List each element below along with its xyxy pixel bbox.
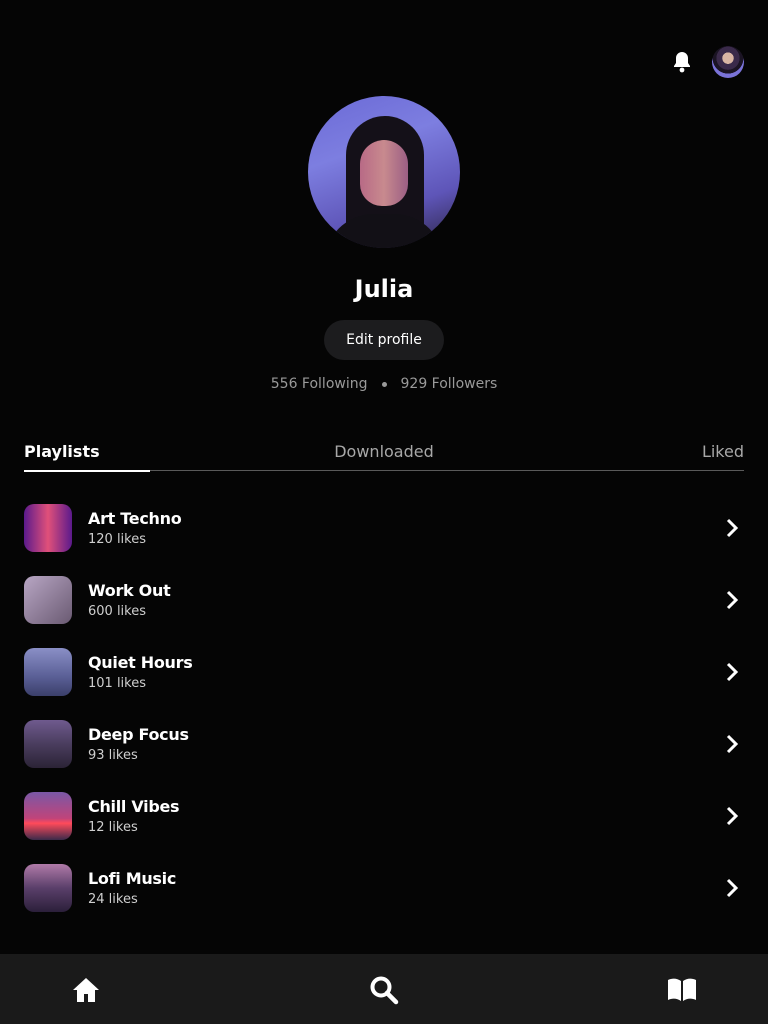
playlist-title: Chill Vibes bbox=[88, 797, 180, 816]
tab-liked[interactable]: Liked bbox=[702, 442, 744, 461]
chevron-right-icon bbox=[726, 878, 739, 898]
playlist-cover bbox=[24, 504, 72, 552]
following-count[interactable]: 556 Following bbox=[271, 376, 368, 392]
list-item[interactable]: Work Out 600 likes bbox=[24, 564, 744, 636]
playlist-cover bbox=[24, 864, 72, 912]
playlist-likes: 600 likes bbox=[88, 604, 147, 619]
chevron-right-icon bbox=[726, 590, 739, 610]
playlist-cover bbox=[24, 720, 72, 768]
playlist-likes: 24 likes bbox=[88, 892, 138, 907]
playlist-likes: 101 likes bbox=[88, 676, 147, 691]
playlist-likes: 120 likes bbox=[88, 532, 147, 547]
profile-photo bbox=[308, 96, 460, 248]
chevron-right-icon bbox=[726, 734, 739, 754]
home-icon[interactable] bbox=[70, 974, 102, 1006]
playlist-likes: 12 likes bbox=[88, 820, 138, 835]
chevron-right-icon bbox=[726, 806, 739, 826]
playlist-title: Deep Focus bbox=[88, 725, 189, 744]
avatar[interactable] bbox=[712, 46, 744, 78]
playlist-title: Lofi Music bbox=[88, 869, 177, 888]
book-icon[interactable] bbox=[666, 974, 698, 1006]
playlist-title: Art Techno bbox=[88, 509, 182, 528]
playlist-title: Work Out bbox=[88, 581, 171, 600]
followers-count[interactable]: 929 Followers bbox=[401, 376, 498, 392]
list-item[interactable]: Quiet Hours 101 likes bbox=[24, 636, 744, 708]
active-tab-indicator bbox=[24, 470, 150, 472]
follow-stats: 556 Following 929 Followers bbox=[0, 376, 768, 392]
chevron-right-icon bbox=[726, 518, 739, 538]
tab-downloaded[interactable]: Downloaded bbox=[24, 442, 744, 461]
playlist-cover bbox=[24, 648, 72, 696]
bottom-navigation bbox=[0, 954, 768, 1024]
chevron-right-icon bbox=[726, 662, 739, 682]
list-item[interactable]: Lofi Music 24 likes bbox=[24, 852, 744, 924]
edit-profile-button[interactable]: Edit profile bbox=[324, 320, 444, 360]
list-item[interactable]: Art Techno 120 likes bbox=[24, 492, 744, 564]
playlist-cover bbox=[24, 576, 72, 624]
playlist-cover bbox=[24, 792, 72, 840]
profile-name: Julia bbox=[354, 275, 414, 303]
list-item[interactable]: Chill Vibes 12 likes bbox=[24, 780, 744, 852]
bell-icon[interactable] bbox=[670, 50, 694, 74]
list-item[interactable]: Deep Focus 93 likes bbox=[24, 708, 744, 780]
search-icon[interactable] bbox=[368, 974, 400, 1006]
playlist-title: Quiet Hours bbox=[88, 653, 193, 672]
top-actions bbox=[670, 46, 744, 78]
playlist-list: Art Techno 120 likes Work Out 600 likes Qu… bbox=[24, 492, 744, 924]
profile-tabs: Playlists Downloaded Liked bbox=[24, 438, 744, 472]
separator-dot bbox=[381, 381, 387, 387]
profile-section: Julia Edit profile 556 Following 929 Fol… bbox=[0, 96, 768, 392]
playlist-likes: 93 likes bbox=[88, 748, 138, 763]
